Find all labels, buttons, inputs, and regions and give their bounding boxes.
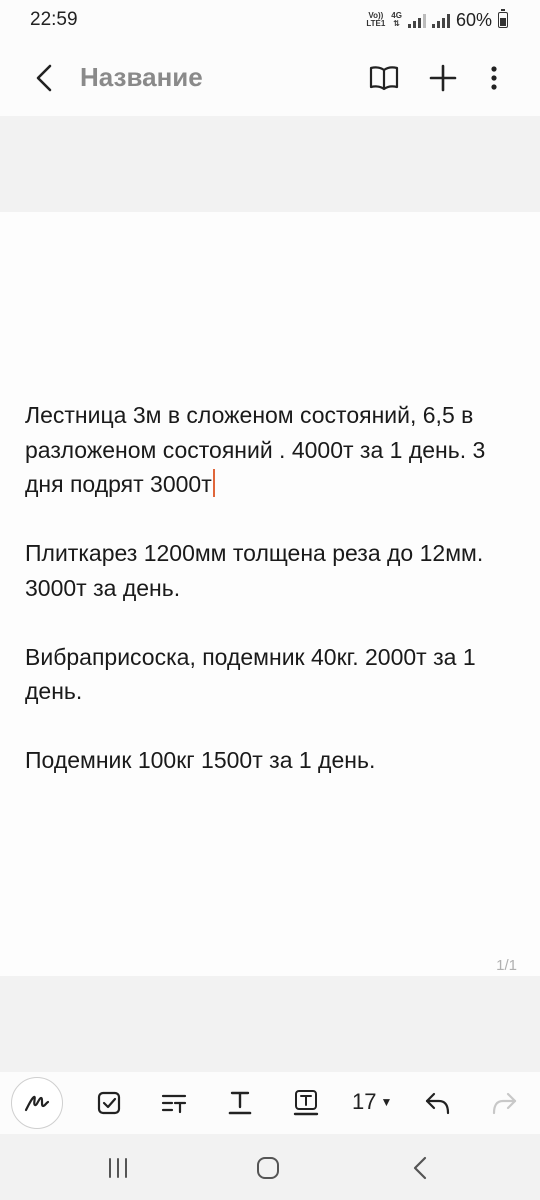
app-header: Название [0,40,540,116]
book-icon [369,66,399,91]
signal-icon [407,12,426,28]
pen-icon [24,1095,50,1112]
data-arrows-icon: ⇅ [393,19,400,28]
signal-2-icon [431,12,450,28]
note-title[interactable]: Название [80,62,203,93]
checkbox-button[interactable] [87,1081,131,1125]
note-body[interactable]: Лестница 3м в сложеном состояний, 6,5 в … [25,398,515,812]
back-nav-icon [413,1156,427,1180]
back-button[interactable] [26,60,62,96]
note-paragraph[interactable]: Плиткарез 1200мм толщена реза до 12мм. 3… [25,536,515,605]
undo-button[interactable] [416,1081,460,1125]
text-box-icon [293,1090,319,1116]
back-icon [36,64,52,92]
plus-icon [429,64,457,92]
page-indicator: 1/1 [496,957,517,974]
handwriting-button[interactable] [11,1077,63,1129]
network-type-icon: 4G ⇅ [391,12,402,28]
checkbox-icon [97,1091,121,1115]
note-page[interactable]: Лестница 3м в сложеном состояний, 6,5 в … [0,212,540,976]
note-paragraph[interactable]: Подемник 100кг 1500т за 1 день. [25,743,515,778]
text-cursor [212,469,215,497]
more-options-button[interactable] [476,60,512,96]
note-paragraph[interactable]: Лестница 3м в сложеном состояний, 6,5 в … [25,398,515,502]
text-style-button[interactable] [152,1081,196,1125]
text-color-icon [228,1091,252,1115]
status-icons: Vo)) LTE1 4G ⇅ 60% [366,9,508,31]
status-bar: 22:59 Vo)) LTE1 4G ⇅ 60% [0,0,540,40]
font-size-dropdown[interactable]: 17 ▼ [352,1089,392,1115]
font-size-value: 17 [352,1089,377,1114]
home-icon [257,1157,279,1179]
redo-button[interactable] [482,1081,526,1125]
lte-label: LTE1 [366,19,386,28]
text-color-button[interactable] [218,1081,262,1125]
battery-percent: 60% [455,9,492,30]
note-paragraph-text: Лестница 3м в сложеном состояний, 6,5 в … [25,402,486,497]
text-box-button[interactable] [284,1081,328,1125]
text-style-icon [161,1094,187,1114]
undo-icon [425,1092,450,1115]
recents-button[interactable] [100,1150,136,1186]
system-nav-bar [0,1134,540,1200]
home-button[interactable] [250,1150,286,1186]
battery-icon [498,9,508,28]
volte-icon: Vo)) LTE1 [366,12,385,28]
chevron-down-icon: ▼ [380,1095,393,1109]
status-time: 22:59 [30,9,78,30]
page-margin-bottom [0,976,540,1072]
formatting-toolbar: 17 ▼ [0,1072,540,1134]
back-nav-button[interactable] [402,1150,438,1186]
reading-mode-button[interactable] [366,60,402,96]
recents-icon [109,1158,127,1178]
page-margin-top [0,116,540,212]
redo-icon [492,1092,517,1115]
add-button[interactable] [425,60,461,96]
note-paragraph[interactable]: Вибраприсоска, подемник 40кг. 2000т за 1… [25,640,515,709]
more-icon [491,66,497,90]
